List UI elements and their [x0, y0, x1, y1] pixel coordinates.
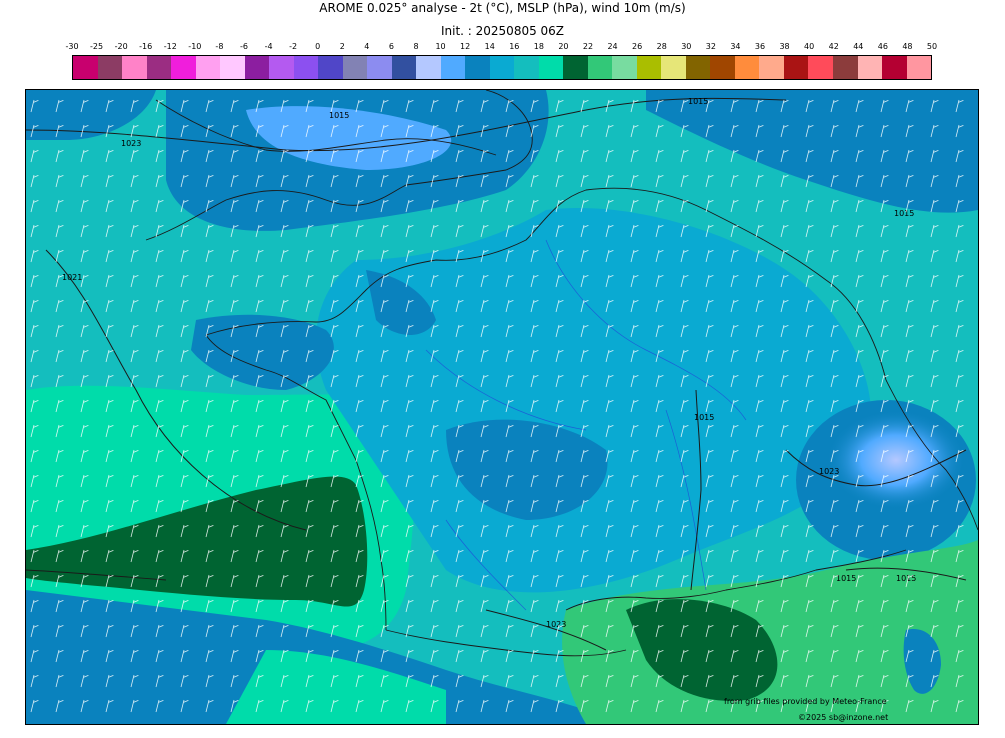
isobar-label: 1021 [62, 273, 82, 282]
colorbar-tick-label: -30 [65, 42, 79, 51]
colorbar-swatch [171, 56, 196, 79]
colorbar-tick-label: 4 [364, 42, 370, 51]
colorbar-swatch [685, 56, 711, 79]
isobar-label: 1023 [819, 467, 839, 476]
colorbar-swatch [269, 56, 294, 79]
colorbar-swatch [832, 56, 858, 79]
colorbar-swatch [808, 56, 833, 79]
colorbar-swatch [489, 56, 515, 79]
source-credit: from grib files provided by Meteo-France [724, 697, 887, 706]
colorbar-tick-label: 18 [533, 42, 544, 51]
isobar-label: 1023 [546, 620, 566, 629]
colorbar-tick-label: 24 [607, 42, 618, 51]
colorbar-tick-label: 30 [681, 42, 692, 51]
colorbar-ticks: -30 -25 -20 -16 -12 -10 -8 -6 -4 -2 0 2 4 6 8 10 12 14 16 1… [65, 42, 937, 54]
colorbar-tick-label: 14 [484, 42, 495, 51]
colorbar-swatch [220, 56, 245, 79]
colorbar-swatch [759, 56, 784, 79]
colorbar-tick-label: 28 [656, 42, 667, 51]
colorbar-tick-label: 44 [853, 42, 864, 51]
colorbar-tick-label: 20 [558, 42, 569, 51]
isobar-label: 1015 [836, 574, 856, 583]
colorbar-swatch [367, 56, 392, 79]
colorbar-swatch [465, 56, 490, 79]
colorbar-swatch [612, 56, 637, 79]
colorbar-swatch [857, 56, 883, 79]
colorbar-swatch [391, 56, 417, 79]
colorbar-swatch [783, 56, 809, 79]
colorbar-tick-label: 32 [705, 42, 716, 51]
chart-title: AROME 0.025° analyse - 2t (°C), MSLP (hP… [319, 1, 686, 15]
colorbar-swatch [661, 56, 686, 79]
colorbar-swatch [538, 56, 564, 79]
colorbar-swatch [563, 56, 588, 79]
colorbar-tick-label: -2 [289, 42, 298, 51]
forecast-map[interactable]: 1015 1023 1021 1015 1015 1023 1023 1015 … [25, 89, 979, 725]
colorbar-swatch [734, 56, 760, 79]
temperature-colorbar [72, 55, 932, 80]
colorbar-tick-label: 8 [413, 42, 419, 51]
colorbar-swatch [906, 56, 932, 79]
colorbar-tick-label: 36 [754, 42, 766, 51]
colorbar-swatch [587, 56, 613, 79]
colorbar-tick-label: 26 [632, 42, 643, 51]
colorbar-tick-label: 42 [828, 42, 839, 51]
colorbar-swatch [293, 56, 319, 79]
colorbar-swatch [882, 56, 907, 79]
colorbar-tick-label: 34 [730, 42, 741, 51]
colorbar-tick-label: -12 [163, 42, 177, 51]
copyright-credit: ©2025 sb@inzone.net [798, 713, 888, 722]
colorbar-tick-label: -10 [188, 42, 202, 51]
colorbar-swatch [636, 56, 662, 79]
colorbar-tick-label: -4 [264, 42, 273, 51]
colorbar-tick-label: 40 [804, 42, 815, 51]
colorbar-tick-label: 16 [509, 42, 520, 51]
colorbar-swatch [97, 56, 123, 79]
colorbar-tick-label: 0 [315, 42, 321, 51]
colorbar-swatch [514, 56, 539, 79]
colorbar-tick-label: 38 [779, 42, 790, 51]
colorbar-tick-label: -16 [139, 42, 153, 51]
colorbar-swatch [244, 56, 270, 79]
colorbar-tick-label: 10 [435, 42, 446, 51]
colorbar-swatch [318, 56, 343, 79]
colorbar-tick-label: 46 [877, 42, 888, 51]
colorbar-tick-label: 50 [926, 42, 938, 51]
colorbar-tick-label: 6 [388, 42, 394, 51]
isobar-label: 1023 [121, 139, 141, 148]
colorbar-swatch [122, 56, 147, 79]
colorbar-tick-label: 2 [339, 42, 345, 51]
colorbar-swatch [710, 56, 735, 79]
init-time: Init. : 20250805 06Z [440, 24, 565, 38]
colorbar-tick-label: -25 [90, 42, 104, 51]
colorbar-swatch [342, 56, 368, 79]
colorbar-tick-label: 12 [460, 42, 471, 51]
colorbar-tick-label: 22 [582, 42, 594, 51]
colorbar-tick-label: 48 [902, 42, 913, 51]
isobar-label: 1015 [688, 97, 708, 106]
colorbar-tick-label: -8 [215, 42, 224, 51]
colorbar-swatch [440, 56, 466, 79]
isobar-label: 1015 [694, 413, 714, 422]
colorbar-swatch [146, 56, 172, 79]
isobar-label: 1015 [894, 209, 914, 218]
colorbar-swatch [195, 56, 221, 79]
colorbar-tick-label: -20 [114, 42, 128, 51]
colorbar-tick-label: -6 [240, 42, 248, 51]
colorbar-swatch [416, 56, 441, 79]
colorbar-swatch [73, 56, 98, 79]
isobar-label: 1015 [329, 111, 349, 120]
